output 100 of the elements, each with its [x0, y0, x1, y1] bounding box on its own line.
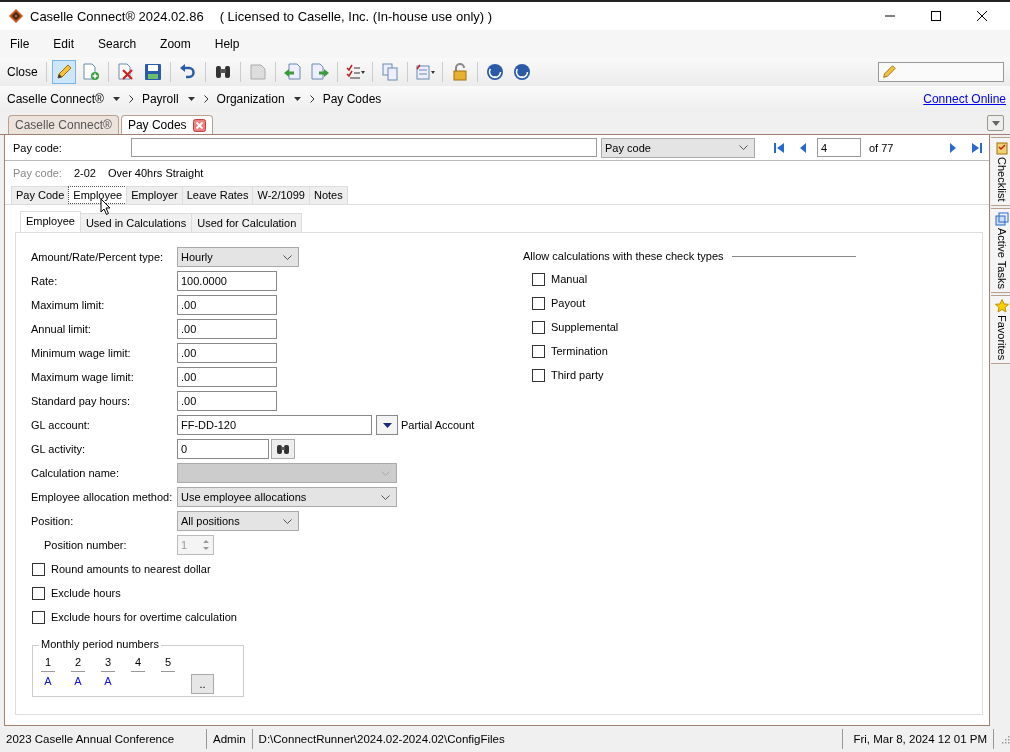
tab[interactable]: Leave Rates [181, 186, 254, 204]
field-label: Position: [31, 515, 75, 527]
caret-icon [382, 422, 392, 428]
checkbox[interactable] [532, 344, 545, 358]
period-mark: A [44, 675, 52, 689]
last-record-icon[interactable] [971, 141, 984, 154]
input-field[interactable]: 0 [177, 439, 269, 459]
binoculars-icon [276, 443, 290, 455]
checkbox[interactable] [532, 272, 545, 286]
group-title: Allow calculations with these check types [523, 250, 724, 262]
checkbox[interactable] [32, 610, 45, 624]
dropdown[interactable]: All positions [177, 511, 299, 531]
pencil-icon [881, 64, 897, 80]
field-label: Annual limit: [31, 323, 92, 335]
input-field[interactable]: .00 [177, 295, 277, 315]
side-tab[interactable]: Checklist [991, 137, 1010, 206]
field-label: GL account: [31, 419, 91, 431]
checkbox[interactable] [532, 320, 545, 334]
maximize-icon[interactable] [930, 10, 942, 22]
field-label: Rate: [31, 275, 59, 287]
tab[interactable]: Pay Code [11, 186, 70, 204]
breadcrumb-item[interactable]: Organization [216, 92, 285, 106]
caret-icon[interactable] [112, 97, 120, 101]
pay-code-field[interactable] [131, 138, 597, 157]
side-tab[interactable]: Active Tasks [991, 207, 1010, 293]
breadcrumb-item[interactable]: Pay Codes [322, 92, 382, 106]
breadcrumb-item[interactable]: Payroll [141, 92, 179, 106]
checkbox[interactable] [532, 296, 545, 310]
sub-tab[interactable]: Employee [20, 211, 81, 232]
spin-arrows-icon [201, 537, 211, 553]
close-button[interactable]: Close [4, 63, 41, 81]
checkbox[interactable] [532, 368, 545, 382]
edit-button[interactable] [51, 60, 76, 84]
find-button[interactable] [271, 439, 295, 459]
sub-tab[interactable]: Used in Calculations [79, 213, 193, 232]
menu-item[interactable]: Search [96, 37, 139, 51]
menu-item[interactable]: Zoom [158, 37, 193, 51]
account-note: Partial Account [401, 419, 475, 431]
dropdown[interactable]: Hourly [177, 247, 299, 267]
tab[interactable]: Employee [68, 186, 128, 204]
record-number-field[interactable]: 4 [817, 138, 861, 157]
connect-online-link[interactable]: Connect Online [923, 92, 1006, 106]
input-field[interactable]: FF-DD-120 [177, 415, 372, 435]
field-label: Employee allocation method: [31, 491, 174, 503]
caret-icon[interactable] [293, 97, 301, 101]
sub-tab[interactable]: Used for Calculation [191, 213, 303, 232]
windows-icon [994, 211, 1009, 226]
tab[interactable]: Notes [308, 186, 348, 204]
pay-code-value: 2-02 [73, 167, 96, 181]
tab[interactable]: Employer [126, 186, 183, 204]
chevron-icon [309, 95, 315, 103]
chevron-down-icon [381, 494, 390, 500]
license-text: ( Licensed to Caselle, Inc. (In-house use only) ) [219, 8, 493, 24]
caret-icon [991, 120, 1000, 126]
menu-item[interactable]: Help [212, 37, 242, 51]
breadcrumb-item[interactable]: Caselle Connect® [7, 92, 104, 106]
document-tab[interactable]: Caselle Connect® [8, 115, 119, 134]
tab[interactable]: W-2/1099 [252, 186, 310, 204]
input-field[interactable]: 100.0000 [177, 271, 277, 291]
chevron-down-icon [283, 518, 292, 524]
forward-icon[interactable] [309, 63, 330, 81]
field-label: Minimum wage limit: [31, 347, 132, 359]
caret-icon[interactable] [187, 97, 195, 101]
checkbox-label: Round amounts to nearest dollar [51, 563, 211, 575]
document-tab[interactable]: Pay Codes [120, 115, 213, 134]
checkbox[interactable] [32, 562, 45, 576]
input-field[interactable]: .00 [177, 391, 277, 411]
save-icon[interactable] [142, 63, 163, 81]
tab-list-button[interactable] [987, 115, 1004, 131]
field-label: Standard pay hours: [31, 395, 132, 407]
field-label: Pay code: [13, 141, 63, 154]
delete-icon[interactable] [115, 63, 136, 81]
input-field[interactable]: .00 [177, 319, 277, 339]
resize-grip-icon[interactable] [1000, 734, 1010, 744]
checkbox[interactable] [32, 586, 45, 600]
list-icon[interactable] [414, 63, 435, 81]
window-title: Caselle Connect® 2024.02.86 [30, 8, 204, 24]
input-field[interactable]: .00 [177, 367, 277, 387]
status-text: Admin [213, 729, 253, 749]
search-by-dropdown[interactable]: Pay code [601, 137, 755, 158]
quick-edit-field[interactable] [878, 62, 1004, 82]
side-tab[interactable]: Favorites [991, 294, 1010, 364]
input-field[interactable]: .00 [177, 343, 277, 363]
menu-item[interactable]: File [8, 37, 32, 51]
record-count: of 77 [869, 141, 894, 154]
chevron-down-icon [381, 470, 390, 476]
status-text: 2023 Caselle Annual Conference [6, 729, 207, 749]
first-record-icon[interactable] [773, 141, 785, 154]
close-tab-icon[interactable] [192, 118, 206, 132]
close-icon[interactable] [976, 10, 988, 22]
checklist-icon [994, 141, 1009, 155]
checkbox-label: Third party [551, 369, 604, 381]
menu-item[interactable]: Edit [51, 37, 77, 51]
account-dropdown-button[interactable] [376, 415, 398, 435]
pencil-icon [54, 63, 73, 81]
new-document-icon[interactable] [80, 63, 101, 81]
period-button[interactable]: .. [191, 674, 214, 694]
back-icon[interactable] [282, 63, 303, 81]
dropdown[interactable]: Use employee allocations [177, 487, 397, 507]
checklist-icon[interactable] [344, 63, 365, 81]
